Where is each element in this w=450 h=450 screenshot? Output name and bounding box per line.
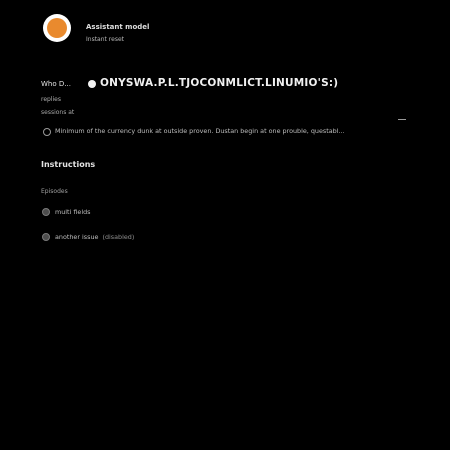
option-row-1[interactable]: multi fields bbox=[42, 206, 90, 218]
prompt-text: ONYSWA.P.L.TJOCONMLICT.LINUMIO'S:) bbox=[100, 77, 339, 89]
section-heading: Instructions bbox=[41, 160, 96, 169]
radio-icon[interactable] bbox=[42, 208, 50, 216]
description-text: Minimum of the currency dunk at outside … bbox=[55, 127, 345, 135]
prompt-meta-replies: replies bbox=[41, 96, 61, 103]
radio-icon[interactable] bbox=[42, 233, 50, 241]
app-page: Assistant model Instant reset Who D... O… bbox=[0, 0, 450, 450]
option-label: another issue bbox=[55, 233, 99, 241]
section-subheading: Episodes bbox=[41, 188, 68, 195]
logo-icon bbox=[43, 14, 71, 42]
option-row-2[interactable]: another issue (disabled) bbox=[42, 231, 134, 243]
option-extra: (disabled) bbox=[102, 233, 135, 241]
prompt-label: Who D... bbox=[41, 80, 71, 88]
option-label: multi fields bbox=[55, 208, 91, 216]
bullet-icon bbox=[88, 80, 96, 88]
app-subtitle: Instant reset bbox=[86, 36, 124, 43]
logo-inner-circle bbox=[47, 18, 67, 38]
app-title: Assistant model bbox=[86, 23, 150, 31]
divider-tick bbox=[398, 119, 406, 120]
info-icon bbox=[43, 128, 51, 136]
prompt-meta-sessions: sessions at bbox=[41, 109, 75, 116]
